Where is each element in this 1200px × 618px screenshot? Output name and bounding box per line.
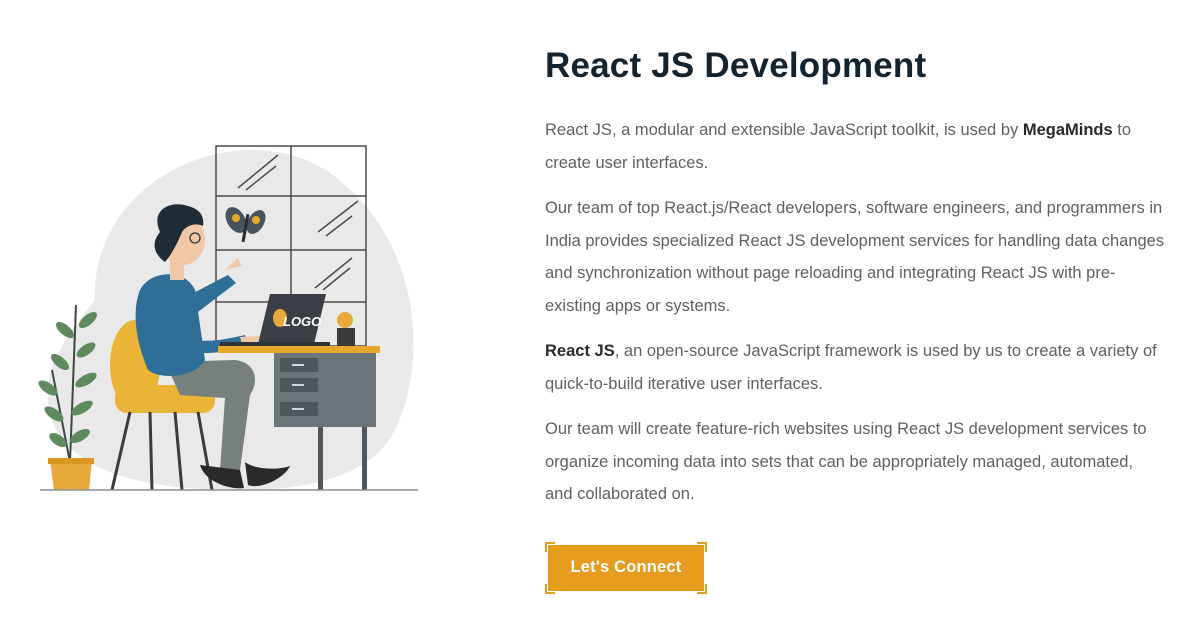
team-paragraph: Our team of top React.js/React developer… [545, 199, 1165, 315]
section-title: React JS Development [545, 46, 927, 85]
cta-frame: Let's Connect [545, 541, 707, 594]
websites-paragraph: Our team will create feature-rich websit… [545, 420, 1147, 503]
intro-text-start: React JS, a modular and extensible JavaS… [545, 121, 1023, 139]
framework-paragraph: React JS, an open-source JavaScript fram… [545, 335, 1165, 400]
framework-name: React JS [545, 342, 615, 360]
company-name: MegaMinds [1022, 121, 1113, 139]
react-js-development-section: React JS Development React JS, a modular… [545, 44, 1165, 594]
intro-paragraph: React JS, a modular and extensible JavaS… [545, 114, 1165, 179]
laptop-logo-text: LOGO [283, 314, 321, 329]
developer-illustration: LOGO [0, 0, 470, 618]
lets-connect-button[interactable]: Let's Connect [548, 544, 704, 591]
desk-plant-icon [337, 312, 355, 346]
developer-at-desk-graphic: LOGO [38, 145, 418, 491]
framework-text: , an open-source JavaScript framework is… [545, 342, 1157, 393]
